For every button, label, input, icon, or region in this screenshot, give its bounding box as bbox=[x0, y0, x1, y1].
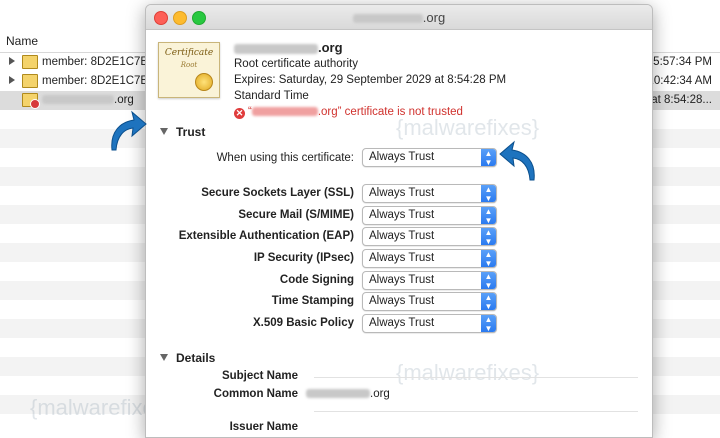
policy-label-eap: Extensible Authentication (EAP) bbox=[178, 230, 354, 242]
certificate-info: .org Root certificate authority Expires:… bbox=[234, 40, 506, 120]
chevron-updown-icon[interactable]: ▲ ▼ bbox=[481, 315, 496, 333]
status-text: .org” certificate is not trusted bbox=[317, 106, 463, 118]
annotation-arrow-icon bbox=[499, 140, 535, 181]
popup-value: Always Trust bbox=[369, 151, 435, 163]
chevron-updown-icon[interactable]: ▲ ▼ bbox=[481, 293, 496, 311]
window-title: .org bbox=[146, 10, 652, 25]
name-column-header[interactable]: Name bbox=[6, 34, 38, 48]
row-name: member: 8D2E1C7E- bbox=[42, 56, 152, 68]
redacted-text bbox=[306, 389, 370, 399]
policy-popup-eap[interactable]: Always Trust ▲ ▼ bbox=[362, 227, 497, 246]
redacted-text bbox=[42, 95, 114, 105]
policy-label-smime: Secure Mail (S/MIME) bbox=[238, 209, 354, 221]
title-bar: .org bbox=[146, 5, 652, 30]
certificate-content: {malwarefixes} {malwarefixes} Certificat… bbox=[146, 30, 652, 437]
divider bbox=[314, 377, 638, 378]
certificate-large-icon: Certificate Root bbox=[158, 42, 220, 98]
certificate-common-name: .org bbox=[234, 40, 506, 56]
redacted-text bbox=[234, 43, 318, 54]
popup-value: Always Trust bbox=[369, 209, 435, 221]
chevron-updown-icon[interactable]: ▲ ▼ bbox=[481, 185, 496, 203]
policy-label-code-signing: Code Signing bbox=[279, 274, 354, 286]
details-section-header[interactable]: Details bbox=[160, 351, 215, 365]
trust-status: ✕ “.org” certificate is not trusted bbox=[234, 104, 506, 120]
policy-label-x509: X.509 Basic Policy bbox=[252, 317, 354, 329]
popup-value: Always Trust bbox=[369, 187, 435, 199]
seal-icon bbox=[195, 73, 213, 91]
popup-value: Always Trust bbox=[369, 295, 435, 307]
disclosure-triangle-icon[interactable] bbox=[9, 76, 15, 84]
row-time: 5:57:34 PM bbox=[653, 56, 712, 68]
row-time: 10:42:34 AM bbox=[647, 75, 712, 87]
subject-name-label: Subject Name bbox=[221, 370, 298, 382]
certificate-type: Root certificate authority bbox=[234, 58, 359, 70]
disclosure-triangle-icon[interactable] bbox=[9, 57, 15, 65]
trust-section-header[interactable]: Trust bbox=[160, 125, 205, 139]
window-title-text: .org bbox=[422, 10, 446, 25]
policy-label-ipsec: IP Security (IPsec) bbox=[253, 252, 354, 264]
annotation-arrow-icon bbox=[111, 110, 147, 151]
popup-value: Always Trust bbox=[369, 317, 435, 329]
trust-section-label: Trust bbox=[176, 125, 206, 139]
common-name-text: .org bbox=[318, 40, 343, 55]
watermark: {malwarefixes} bbox=[396, 360, 540, 385]
chevron-updown-icon[interactable]: ▲ ▼ bbox=[481, 207, 496, 225]
popup-value: Always Trust bbox=[369, 252, 435, 264]
row-name: member: 8D2E1C7E- bbox=[42, 75, 152, 87]
when-using-popup[interactable]: Always Trust ▲ ▼ bbox=[362, 148, 497, 167]
policy-label-time-stamping: Time Stamping bbox=[271, 295, 354, 307]
certificate-window: .org {malwarefixes} {malwarefixes} Certi… bbox=[145, 4, 653, 438]
disclosure-triangle-icon[interactable] bbox=[160, 128, 168, 135]
policy-popup-code-signing[interactable]: Always Trust ▲ ▼ bbox=[362, 271, 497, 290]
issuer-name-label: Issuer Name bbox=[229, 421, 298, 433]
untrusted-certificate-icon bbox=[22, 93, 40, 109]
common-name-value: .org bbox=[306, 388, 390, 400]
common-name-label: Common Name bbox=[213, 388, 298, 400]
certificate-icon-title: Certificate bbox=[164, 48, 214, 58]
certificate-expires: Expires: Saturday, 29 September 2029 at … bbox=[234, 74, 507, 86]
certificate-icon bbox=[22, 74, 38, 88]
error-icon: ✕ bbox=[234, 108, 245, 119]
popup-value: Always Trust bbox=[369, 230, 435, 242]
policy-label-ssl: Secure Sockets Layer (SSL) bbox=[201, 187, 354, 199]
certificate-icon-subtitle: Root bbox=[180, 61, 198, 69]
policy-popup-ipsec[interactable]: Always Trust ▲ ▼ bbox=[362, 249, 497, 268]
policy-popup-ssl[interactable]: Always Trust ▲ ▼ bbox=[362, 184, 497, 203]
common-name-value-text: .org bbox=[370, 388, 390, 400]
divider bbox=[314, 411, 638, 412]
row-time: at 8:54:28... bbox=[651, 94, 712, 106]
chevron-updown-icon[interactable]: ▲ ▼ bbox=[481, 228, 496, 246]
certificate-timezone: Standard Time bbox=[234, 90, 309, 102]
redacted-text bbox=[352, 14, 423, 24]
details-section-label: Details bbox=[176, 351, 216, 365]
policy-popup-x509[interactable]: Always Trust ▲ ▼ bbox=[362, 314, 497, 333]
redacted-text bbox=[251, 107, 318, 117]
certificate-icon bbox=[22, 55, 38, 69]
chevron-updown-icon[interactable]: ▲ ▼ bbox=[481, 149, 496, 167]
chevron-updown-icon[interactable]: ▲ ▼ bbox=[481, 250, 496, 268]
policy-popup-time-stamping[interactable]: Always Trust ▲ ▼ bbox=[362, 292, 497, 311]
popup-value: Always Trust bbox=[369, 274, 435, 286]
row-name-container: .org bbox=[42, 94, 134, 106]
row-name: .org bbox=[114, 94, 134, 106]
policy-popup-smime[interactable]: Always Trust ▲ ▼ bbox=[362, 206, 497, 225]
when-using-label: When using this certificate: bbox=[216, 152, 354, 164]
disclosure-triangle-icon[interactable] bbox=[160, 354, 168, 361]
chevron-updown-icon[interactable]: ▲ ▼ bbox=[481, 272, 496, 290]
